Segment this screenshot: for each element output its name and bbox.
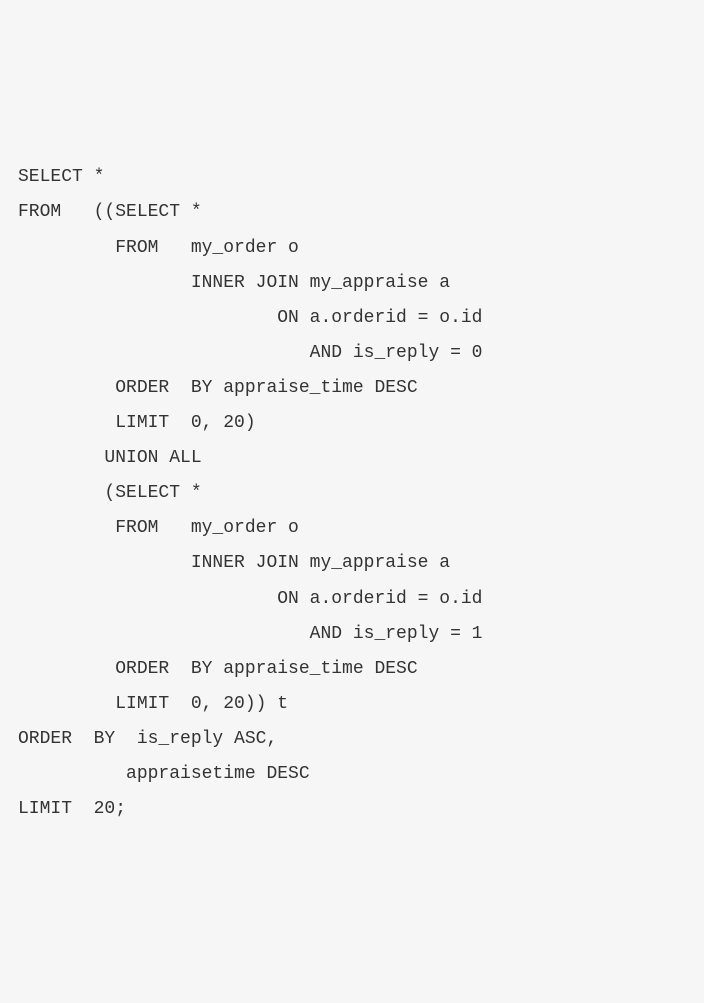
code-line: FROM my_order o (18, 231, 686, 266)
code-line: (SELECT * (18, 476, 686, 511)
code-line: LIMIT 0, 20) (18, 406, 686, 441)
code-line: SELECT * (18, 160, 686, 195)
code-line: AND is_reply = 1 (18, 617, 686, 652)
code-line: LIMIT 20; (18, 792, 686, 827)
code-line: AND is_reply = 0 (18, 336, 686, 371)
code-line: ON a.orderid = o.id (18, 301, 686, 336)
code-line: ORDER BY is_reply ASC, (18, 722, 686, 757)
code-line: INNER JOIN my_appraise a (18, 546, 686, 581)
code-line: appraisetime DESC (18, 757, 686, 792)
code-line: FROM my_order o (18, 511, 686, 546)
code-line: INNER JOIN my_appraise a (18, 266, 686, 301)
code-line: UNION ALL (18, 441, 686, 476)
code-line: ON a.orderid = o.id (18, 582, 686, 617)
code-line: LIMIT 0, 20)) t (18, 687, 686, 722)
code-line: ORDER BY appraise_time DESC (18, 371, 686, 406)
sql-code-block: SELECT *FROM ((SELECT * FROM my_order o … (18, 160, 686, 827)
code-line: ORDER BY appraise_time DESC (18, 652, 686, 687)
code-line: FROM ((SELECT * (18, 195, 686, 230)
